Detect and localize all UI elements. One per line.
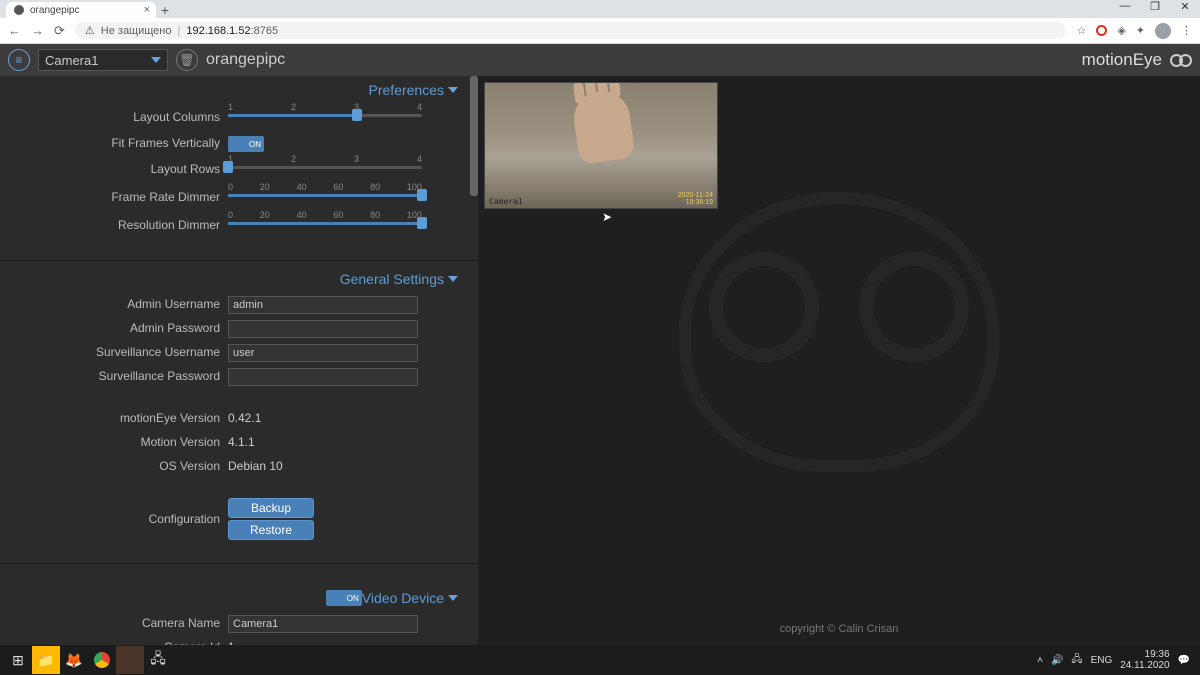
nav-back-icon[interactable]: ← [8,23,21,38]
hostname-label: orangepipc [206,51,285,69]
tray-notifications-icon[interactable]: 💬 [1178,655,1190,666]
taskbar-chrome[interactable] [88,646,116,674]
tray-network-icon[interactable]: 🖧 [1071,652,1082,669]
camera-name-label: Camera Name [0,616,228,630]
camera-select-value: Camera1 [45,53,98,68]
chevron-down-icon [448,595,458,601]
brand-name: motionEye [1082,50,1162,70]
taskbar-app-2[interactable]: 🖧 [144,646,172,674]
owl-watermark [669,182,1009,482]
url-port: :8765 [251,25,279,37]
browser-tab[interactable]: orangepipc × [6,2,156,18]
restore-button[interactable]: Restore [228,520,314,540]
section-video-device-header[interactable]: ON Video Device [0,584,478,610]
chevron-down-icon [448,276,458,282]
layout-columns-slider[interactable]: 1234 [228,104,422,130]
section-general-header[interactable]: General Settings [0,265,478,291]
insecure-icon: ⚠ [85,24,95,37]
extension-icon-2[interactable]: ◈ [1117,24,1125,37]
motioneye-version-label: motionEye Version [0,411,228,425]
layout-rows-label: Layout Rows [0,162,228,176]
frame-rate-dimmer-slider[interactable]: 020406080100 [228,184,422,210]
motion-version-value: 4.1.1 [228,435,255,449]
admin-username-label: Admin Username [0,297,228,311]
tray-clock[interactable]: 19:36 24.11.2020 [1120,649,1169,671]
layout-columns-label: Layout Columns [0,110,228,124]
cursor-icon: ➤ [602,210,612,224]
window-maximize[interactable]: ❐ [1140,0,1170,18]
frame-rate-dimmer-label: Frame Rate Dimmer [0,190,228,204]
menu-icon[interactable]: ⋮ [1181,24,1192,37]
tray-expand-icon[interactable]: ˄ [1037,655,1043,666]
camera-feed[interactable]: Camera1 2020-11-2419:36:19 [484,82,718,209]
chevron-down-icon [448,87,458,93]
favicon [14,5,24,15]
section-preferences-header[interactable]: Preferences [0,76,478,102]
taskbar-app-1[interactable] [116,646,144,674]
admin-password-label: Admin Password [0,321,228,335]
tray-lang[interactable]: ENG [1091,655,1113,666]
motioneye-version-value: 0.42.1 [228,411,261,425]
feed-timestamp: 2020-11-2419:36:19 [678,192,713,206]
delete-camera-button[interactable]: 🗑 [176,49,198,71]
insecure-label: Не защищено [101,25,172,37]
window-close[interactable]: ✕ [1170,0,1200,18]
fit-frames-toggle[interactable]: ON [228,136,264,152]
camera-id-label: Camera Id [0,640,228,645]
admin-password-input[interactable] [228,320,418,338]
os-version-label: OS Version [0,459,228,473]
layout-rows-slider[interactable]: 1234 [228,156,422,182]
surv-username-input[interactable] [228,344,418,362]
resolution-dimmer-label: Resolution Dimmer [0,218,228,232]
menu-toggle-button[interactable]: ≡ [8,49,30,71]
taskbar-firefox[interactable]: 🦊 [60,646,88,674]
camera-name-input[interactable] [228,615,418,633]
video-device-toggle[interactable]: ON [326,590,362,606]
motion-version-label: Motion Version [0,435,228,449]
tray-volume-icon[interactable]: 🔊 [1051,655,1063,666]
resolution-dimmer-slider[interactable]: 020406080100 [228,212,422,238]
scrollbar[interactable] [470,76,478,196]
backup-button[interactable]: Backup [228,498,314,518]
nav-reload-icon[interactable]: ⟳ [54,23,65,39]
tab-title: orangepipc [30,5,79,16]
close-tab-icon[interactable]: × [144,4,150,16]
os-version-value: Debian 10 [228,459,283,473]
window-minimize[interactable]: — [1110,0,1140,18]
copyright: copyright © Calin Crisan [478,623,1200,635]
new-tab-button[interactable]: + [156,2,174,18]
url-host: 192.168.1.52 [186,25,250,37]
owl-logo-icon [1170,51,1192,69]
taskbar-explorer[interactable]: 📁 [32,646,60,674]
address-bar[interactable]: ⚠ Не защищено | 192.168.1.52:8765 [75,22,1067,39]
feed-camera-label: Camera1 [489,197,523,206]
chevron-down-icon [151,57,161,63]
star-icon[interactable]: ☆ [1076,24,1086,37]
profile-avatar[interactable] [1155,23,1171,39]
surv-username-label: Surveillance Username [0,345,228,359]
extensions-menu-icon[interactable]: ✦ [1136,24,1145,37]
camera-id-value: 1 [228,640,235,645]
start-button[interactable]: ⊞ [4,646,32,674]
surv-password-input[interactable] [228,368,418,386]
fit-frames-label: Fit Frames Vertically [0,136,228,150]
configuration-label: Configuration [0,512,228,526]
surv-password-label: Surveillance Password [0,369,228,383]
nav-forward-icon[interactable]: → [31,23,44,38]
extension-icon-1[interactable] [1096,25,1107,36]
admin-username-input[interactable] [228,296,418,314]
camera-select[interactable]: Camera1 [38,49,168,71]
